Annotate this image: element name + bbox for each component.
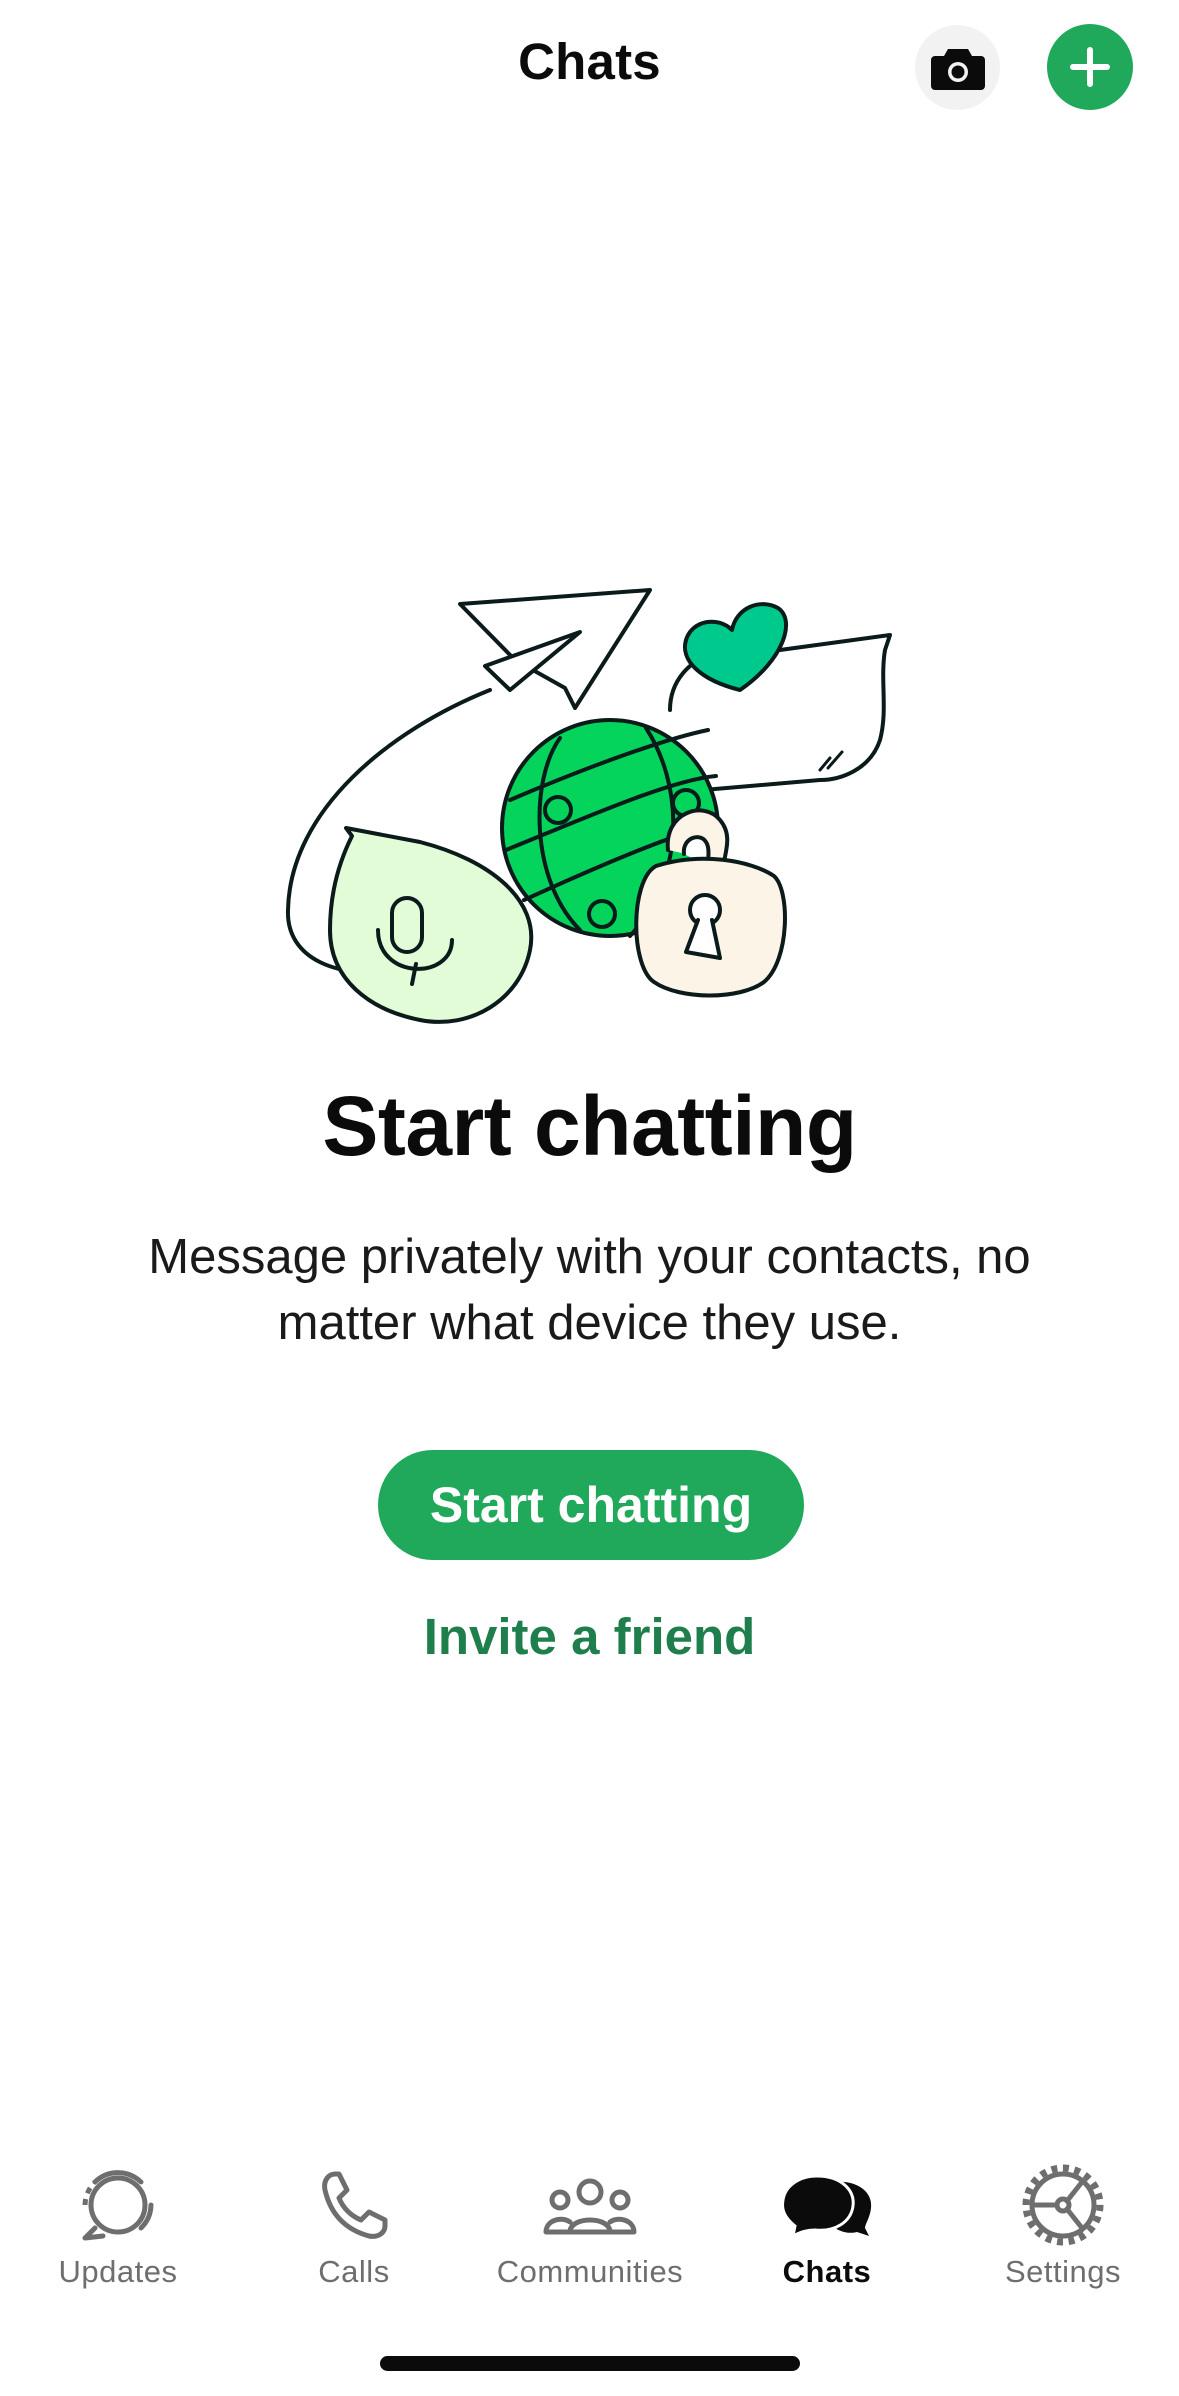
home-indicator [380,2356,800,2371]
tab-calls[interactable]: Calls [254,2160,454,2300]
start-chatting-button[interactable]: Start chatting [378,1450,804,1560]
plus-icon [1070,47,1110,87]
tab-communities[interactable]: Communities [490,2160,690,2300]
empty-state-title: Start chatting [322,1079,857,1173]
chats-icon [781,2174,872,2239]
start-chatting-illustration [285,588,892,1024]
camera-icon [930,48,985,90]
gear-icon [1022,2164,1104,2246]
tab-label: Calls [318,2254,390,2289]
invite-friend-link[interactable]: Invite a friend [0,1607,1179,1666]
tab-label: Communities [496,2254,684,2289]
empty-state-description: Message privately with your contacts, no… [148,1230,1031,1350]
page-title: Chats [518,33,661,90]
top-bar: Chats [0,0,1179,135]
tab-label: Chats [782,2254,872,2289]
updates-icon [82,2170,154,2241]
tab-settings[interactable]: Settings [963,2160,1163,2300]
tab-label: Updates [58,2254,178,2289]
bottom-tab-bar: Updates Calls Communities Chats Settings [0,2150,1179,2310]
camera-button[interactable] [915,25,1000,110]
tab-updates[interactable]: Updates [18,2160,218,2300]
phone-icon [322,2171,388,2239]
communities-icon [543,2178,637,2235]
tab-label: Settings [1004,2254,1121,2289]
new-chat-button[interactable] [1047,24,1133,110]
tab-chats[interactable]: Chats [727,2160,927,2300]
